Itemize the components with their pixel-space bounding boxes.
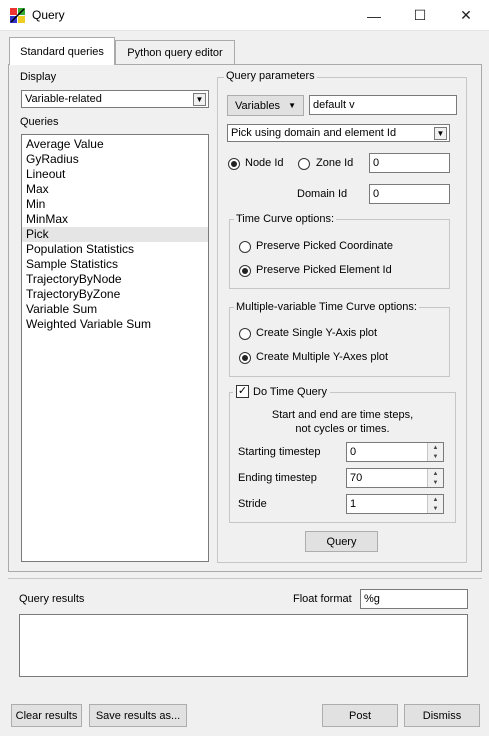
zone-id-label: Zone Id: [316, 157, 354, 169]
domain-id-label: Domain Id: [297, 188, 348, 200]
clear-results-button[interactable]: Clear results: [11, 704, 82, 727]
list-item[interactable]: Min: [22, 197, 208, 212]
element-id-input[interactable]: 0: [369, 153, 450, 173]
spin-up-icon[interactable]: ▲: [428, 469, 443, 478]
float-format-input[interactable]: %g: [360, 589, 468, 609]
query-button[interactable]: Query: [305, 531, 378, 552]
close-button[interactable]: ✕: [443, 0, 489, 31]
stride-spinbox[interactable]: 1 ▲ ▼: [346, 494, 444, 514]
spin-up-icon[interactable]: ▲: [428, 495, 443, 504]
ending-timestep-label: Ending timestep: [238, 472, 317, 484]
spin-down-icon[interactable]: ▼: [428, 478, 443, 487]
list-item[interactable]: Max: [22, 182, 208, 197]
separator: [8, 578, 482, 579]
time-query-note-line2: not cycles or times.: [295, 423, 390, 435]
post-button[interactable]: Post: [322, 704, 398, 727]
queries-label: Queries: [20, 116, 59, 128]
caret-down-icon: ▼: [288, 101, 296, 110]
zone-id-radio[interactable]: [298, 158, 310, 170]
spin-down-icon[interactable]: ▼: [428, 452, 443, 461]
multi-var-title: Multiple-variable Time Curve options:: [234, 301, 419, 313]
do-time-query-label: Do Time Query: [253, 385, 327, 398]
stride-label: Stride: [238, 498, 267, 510]
variables-button[interactable]: Variables ▼: [227, 95, 304, 116]
single-y-axis-label: Create Single Y-Axis plot: [256, 327, 378, 339]
list-item[interactable]: Variable Sum: [22, 302, 208, 317]
preserve-element-id-label: Preserve Picked Element Id: [256, 264, 392, 276]
do-time-query-checkbox[interactable]: ✓: [236, 385, 249, 398]
tab-standard-queries[interactable]: Standard queries: [9, 37, 115, 65]
stride-value: 1: [350, 498, 357, 510]
node-id-radio[interactable]: [228, 158, 240, 170]
starting-timestep-value: 0: [350, 446, 357, 458]
starting-timestep-label: Starting timestep: [238, 446, 321, 458]
float-format-label: Float format: [293, 593, 352, 605]
display-label: Display: [20, 71, 57, 83]
multiple-y-axes-label: Create Multiple Y-Axes plot: [256, 351, 389, 363]
ending-timestep-value: 70: [350, 472, 363, 484]
window-title: Query: [32, 8, 65, 22]
queries-list[interactable]: Average Value GyRadius Lineout Max Min MinMax…: [21, 134, 209, 562]
pick-mode-combo[interactable]: Pick using domain and element Id ▼: [227, 124, 450, 142]
preserve-coordinate-label: Preserve Picked Coordinate: [256, 240, 393, 252]
display-combo[interactable]: Variable-related ▼: [21, 90, 209, 108]
variables-input[interactable]: default v: [309, 95, 457, 115]
list-item[interactable]: Population Statistics: [22, 242, 208, 257]
time-curve-title: Time Curve options:: [234, 213, 337, 225]
list-item[interactable]: TrajectoryByNode: [22, 272, 208, 287]
domain-id-input[interactable]: 0: [369, 184, 450, 204]
visit-app-icon: [9, 7, 26, 24]
query-results-label: Query results: [19, 593, 85, 605]
list-item[interactable]: MinMax: [22, 212, 208, 227]
time-curve-group: [229, 219, 450, 289]
multi-var-group: [229, 307, 450, 377]
time-query-header: ✓ Do Time Query: [233, 385, 330, 398]
minimize-button[interactable]: —: [351, 0, 397, 31]
list-item[interactable]: Average Value: [22, 137, 208, 152]
multiple-y-axes-radio[interactable]: [239, 352, 251, 364]
list-item[interactable]: GyRadius: [22, 152, 208, 167]
chevron-down-icon: ▼: [193, 93, 206, 106]
save-results-button[interactable]: Save results as...: [89, 704, 187, 727]
maximize-button[interactable]: ☐: [397, 0, 443, 31]
spin-up-icon[interactable]: ▲: [428, 443, 443, 452]
query-parameters-title: Query parameters: [224, 70, 317, 82]
dismiss-button[interactable]: Dismiss: [404, 704, 480, 727]
time-query-note-line1: Start and end are time steps,: [271, 409, 414, 421]
display-combo-value: Variable-related: [25, 93, 102, 105]
preserve-coordinate-radio[interactable]: [239, 241, 251, 253]
list-item[interactable]: Lineout: [22, 167, 208, 182]
list-item[interactable]: Sample Statistics: [22, 257, 208, 272]
spin-down-icon[interactable]: ▼: [428, 504, 443, 513]
variables-button-label: Variables: [235, 99, 281, 112]
pick-mode-value: Pick using domain and element Id: [231, 127, 397, 139]
node-id-label: Node Id: [245, 157, 284, 169]
list-item[interactable]: TrajectoryByZone: [22, 287, 208, 302]
list-item[interactable]: Pick: [22, 227, 208, 242]
list-item[interactable]: Weighted Variable Sum: [22, 317, 208, 332]
tab-python-query-editor[interactable]: Python query editor: [115, 40, 235, 64]
starting-timestep-spinbox[interactable]: 0 ▲ ▼: [346, 442, 444, 462]
single-y-axis-radio[interactable]: [239, 328, 251, 340]
preserve-element-id-radio[interactable]: [239, 265, 251, 277]
query-results-text[interactable]: [19, 614, 468, 677]
chevron-down-icon: ▼: [434, 127, 447, 140]
ending-timestep-spinbox[interactable]: 70 ▲ ▼: [346, 468, 444, 488]
